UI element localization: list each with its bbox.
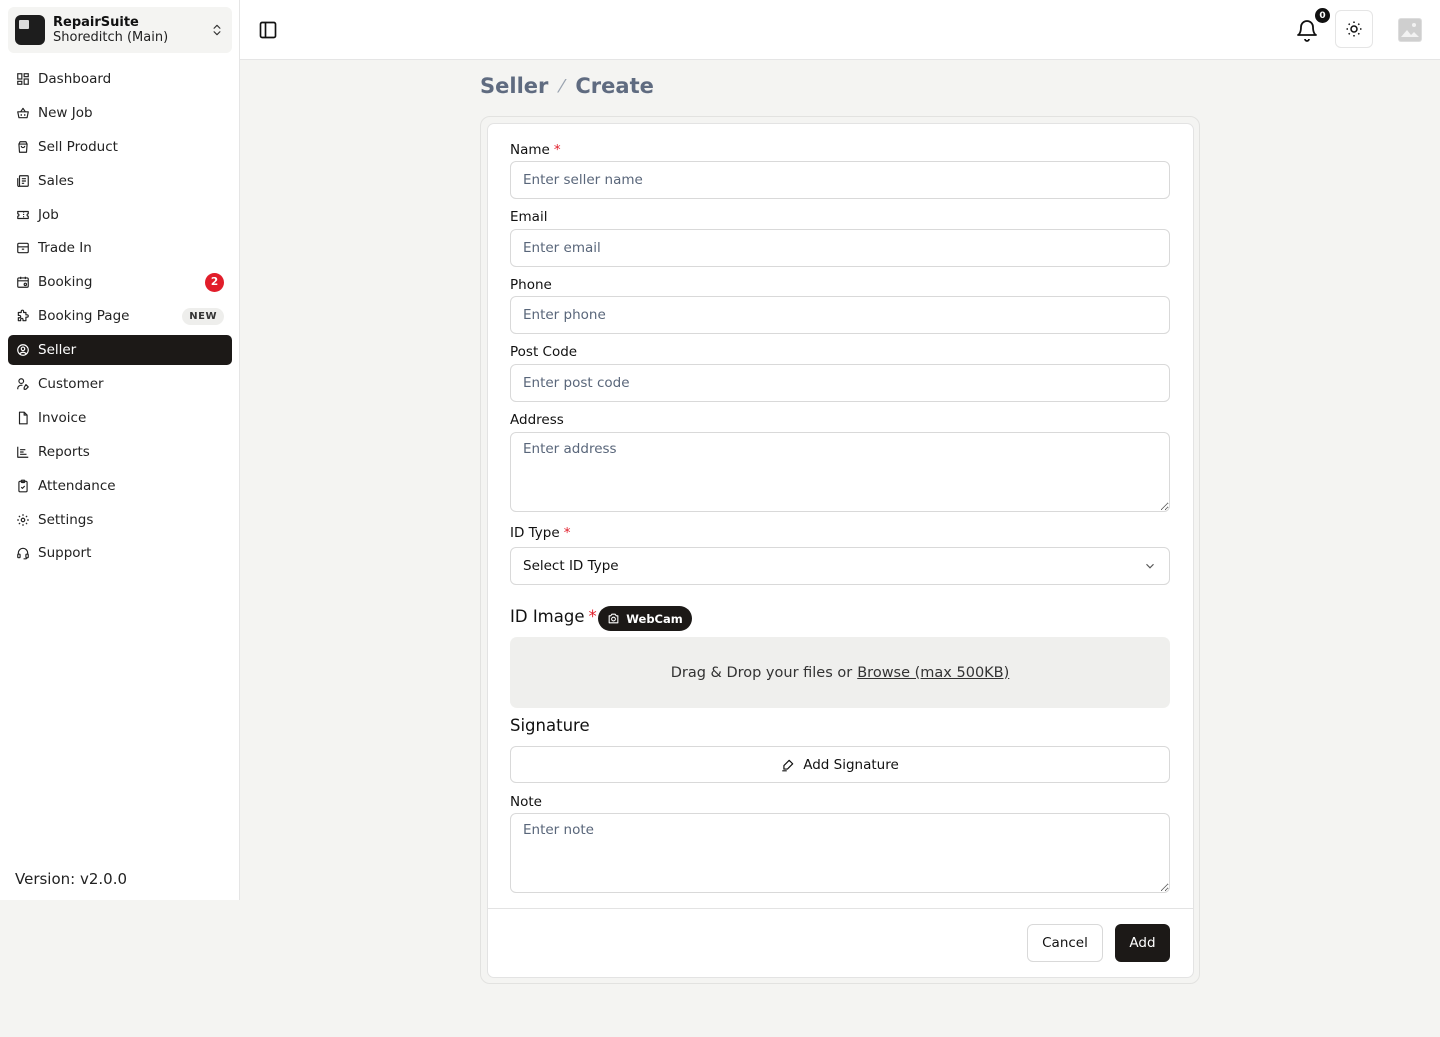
sidebar-item-booking-page[interactable]: Booking Page NEW [8,301,232,331]
ticket-icon [17,210,29,219]
email-label: Email [510,209,548,225]
headset-icon [17,548,29,560]
sidebar-item-reports[interactable]: Reports [8,437,232,467]
sidebar-toggle-icon[interactable] [258,20,278,40]
sidebar-item-label: Sales [38,172,74,189]
sidebar-item-sell-product[interactable]: Sell Product [8,132,232,162]
calendar-icon [17,277,29,289]
dropzone-text: Drag & Drop your files or [670,664,853,681]
id-type-label: ID Type * [510,525,571,541]
store-location: Shoreditch (Main) [53,30,169,45]
sun-icon [1346,21,1362,37]
email-input[interactable] [510,229,1170,267]
sidebar-item-trade-in[interactable]: Trade In [8,233,232,263]
sidebar-item-label: Dashboard [38,71,112,87]
store-switcher[interactable]: RepairSuite Shoreditch (Main) [8,7,232,53]
browse-link[interactable]: Browse (max 500KB) [857,665,1009,681]
sidebar-item-label: Seller [38,342,77,359]
shopping-bag-icon [18,140,28,153]
sidebar-item-settings[interactable]: Settings [8,505,232,535]
sidebar-item-label: Booking Page [38,308,130,325]
breadcrumb-parent[interactable]: Seller [480,74,548,98]
theme-toggle-button[interactable] [1335,10,1373,48]
cancel-button[interactable]: Cancel [1027,924,1103,962]
sidebar-item-label: Customer [38,376,104,393]
camera-icon [608,613,619,624]
sidebar-item-sales[interactable]: Sales [8,166,232,196]
add-button[interactable]: Add [1115,924,1170,962]
sidebar-item-seller[interactable]: Seller [8,335,232,366]
sidebar-item-support[interactable]: Support [8,538,232,568]
bell-icon[interactable] [1295,18,1319,42]
sidebar-item-invoice[interactable]: Invoice [8,403,232,433]
signature-label: Signature [510,716,590,735]
address-label: Address [510,412,564,428]
add-signature-label: Add Signature [803,756,899,773]
id-type-select[interactable]: Select ID Type [510,547,1170,585]
sidebar-item-label: Invoice [38,409,87,426]
sidebar-item-job[interactable]: Job [8,200,232,230]
brand-name: RepairSuite [53,15,139,30]
file-dropzone[interactable]: Drag & Drop your files or Browse (max 50… [510,637,1170,708]
sidebar-item-dashboard[interactable]: Dashboard [8,64,232,94]
report-icon [17,446,29,458]
note-textarea[interactable] [510,813,1170,893]
top-bar: 0 [240,0,1440,60]
sidebar-item-booking[interactable]: Booking 2 [8,267,232,297]
sidebar-item-label: Trade In [38,240,92,257]
name-label: Name * [510,142,561,158]
clipboard-check-icon [18,479,28,493]
id-type-value: Select ID Type [523,558,619,574]
breadcrumb-current: Create [575,74,654,98]
sidebar-item-label: Job [38,206,59,223]
sidebar-nav: Dashboard New Job Sell Product Sales Job… [8,64,232,572]
breadcrumb: Seller ⁄ Create [480,74,654,98]
user-pen-icon [17,378,29,390]
sidebar-item-label: Support [38,545,92,562]
sidebar-item-label: New Job [38,104,93,121]
address-textarea[interactable] [510,432,1170,512]
puzzle-icon [17,309,29,322]
sidebar-item-label: Attendance [38,477,116,494]
chevron-down-icon [1146,563,1154,569]
avatar[interactable] [1398,18,1422,42]
note-label: Note [510,794,542,810]
post-code-label: Post Code [510,344,578,360]
id-image-label: ID Image * [510,607,597,626]
new-badge: NEW [182,307,224,325]
webcam-button[interactable]: WebCam [598,606,692,631]
image-placeholder-icon [1399,19,1421,41]
sidebar-item-new-job[interactable]: New Job [8,98,232,128]
post-code-input[interactable] [510,364,1170,402]
sidebar: RepairSuite Shoreditch (Main) Dashboard … [0,0,240,900]
basket-icon [17,107,29,119]
phone-label: Phone [510,277,552,293]
webcam-label: WebCam [626,611,683,626]
card-footer-divider [488,908,1193,909]
sidebar-item-label: Settings [38,511,94,528]
dashboard-icon [17,73,29,85]
sidebar-item-label: Sell Product [38,138,118,155]
signature-pen-icon [782,759,794,771]
booking-count-badge: 2 [205,272,224,292]
file-icon [18,411,28,425]
store-logo [15,15,45,45]
sidebar-item-label: Reports [38,443,90,460]
archive-icon [17,243,29,254]
breadcrumb-separator: ⁄ [560,75,564,97]
phone-input[interactable] [510,296,1170,334]
name-input[interactable] [510,161,1170,199]
app-version: Version: v2.0.0 [15,870,128,888]
sidebar-item-customer[interactable]: Customer [8,369,232,399]
add-signature-button[interactable]: Add Signature [510,746,1170,783]
user-circle-icon [17,344,29,356]
sidebar-item-attendance[interactable]: Attendance [8,471,232,501]
sales-icon [17,174,29,187]
sidebar-item-label: Booking [38,274,93,291]
notification-count: 0 [1315,8,1330,23]
chevron-up-down-icon [213,24,221,36]
gear-icon [17,513,29,526]
